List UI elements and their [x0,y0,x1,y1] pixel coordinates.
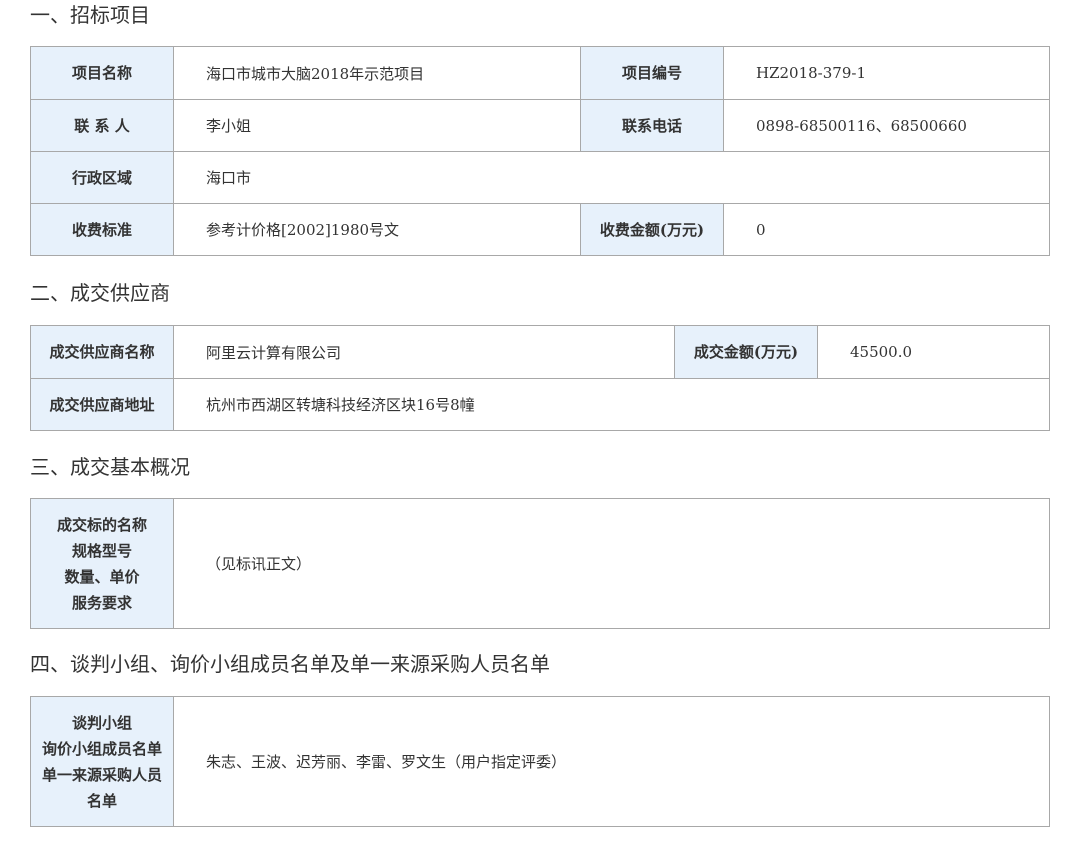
project-no-label: 项目编号 [580,46,724,100]
deal-amount-value: 45500.0 [817,325,1050,379]
deal-amount-label: 成交金额(万元) [674,325,818,379]
panel-members-table: 谈判小组 询价小组成员名单 单一来源采购人员 名单 朱志、王波、迟芳丽、李雷、罗… [30,696,1050,827]
project-name-label: 项目名称 [30,46,174,100]
bidding-project-table: 项目名称 海口市城市大脑2018年示范项目 项目编号 HZ2018-379-1 … [30,46,1050,256]
label-line: 成交标的名称 [56,515,147,534]
label-line: 单一来源采购人员 [41,765,162,784]
supplier-address-value: 杭州市西湖区转塘科技经济区块16号8幢 [173,378,1050,431]
label-line: 规格型号 [71,541,132,560]
label-line: 谈判小组 [71,713,132,732]
fee-standard-value: 参考计价格[2002]1980号文 [173,203,581,256]
supplier-name-value: 阿里云计算有限公司 [173,325,675,379]
panel-members-value: 朱志、王波、迟芳丽、李雷、罗文生（用户指定评委） [173,696,1050,827]
contact-value: 李小姐 [173,99,581,152]
project-no-value: HZ2018-379-1 [723,46,1050,100]
fee-amount-label: 收费金额(万元) [580,203,724,256]
phone-value: 0898-68500116、68500660 [723,99,1050,152]
contact-label: 联 系 人 [30,99,174,152]
supplier-address-label: 成交供应商地址 [30,378,174,431]
label-line: 询价小组成员名单 [41,739,162,758]
label-line: 名单 [86,791,117,810]
label-line: 服务要求 [71,593,132,612]
fee-amount-value: 0 [723,203,1050,256]
deal-overview-value: （见标讯正文） [173,498,1050,629]
deal-overview-label: 成交标的名称 规格型号 数量、单价 服务要求 [30,498,174,629]
label-line: 数量、单价 [64,567,140,586]
supplier-name-label: 成交供应商名称 [30,325,174,379]
panel-members-label: 谈判小组 询价小组成员名单 单一来源采购人员 名单 [30,696,174,827]
phone-label: 联系电话 [580,99,724,152]
region-label: 行政区域 [30,151,174,204]
region-value: 海口市 [173,151,1050,204]
fee-standard-label: 收费标准 [30,203,174,256]
section-title-panel-members: 四、谈判小组、询价小组成员名单及单一来源采购人员名单 [30,652,550,676]
section-title-deal-overview: 三、成交基本概况 [30,455,190,479]
section-title-supplier: 二、成交供应商 [30,281,170,305]
deal-overview-table: 成交标的名称 规格型号 数量、单价 服务要求 （见标讯正文） [30,498,1050,629]
project-name-value: 海口市城市大脑2018年示范项目 [173,46,581,100]
supplier-table: 成交供应商名称 阿里云计算有限公司 成交金额(万元) 45500.0 成交供应商… [30,325,1050,431]
section-title-bidding-project: 一、招标项目 [30,3,150,27]
